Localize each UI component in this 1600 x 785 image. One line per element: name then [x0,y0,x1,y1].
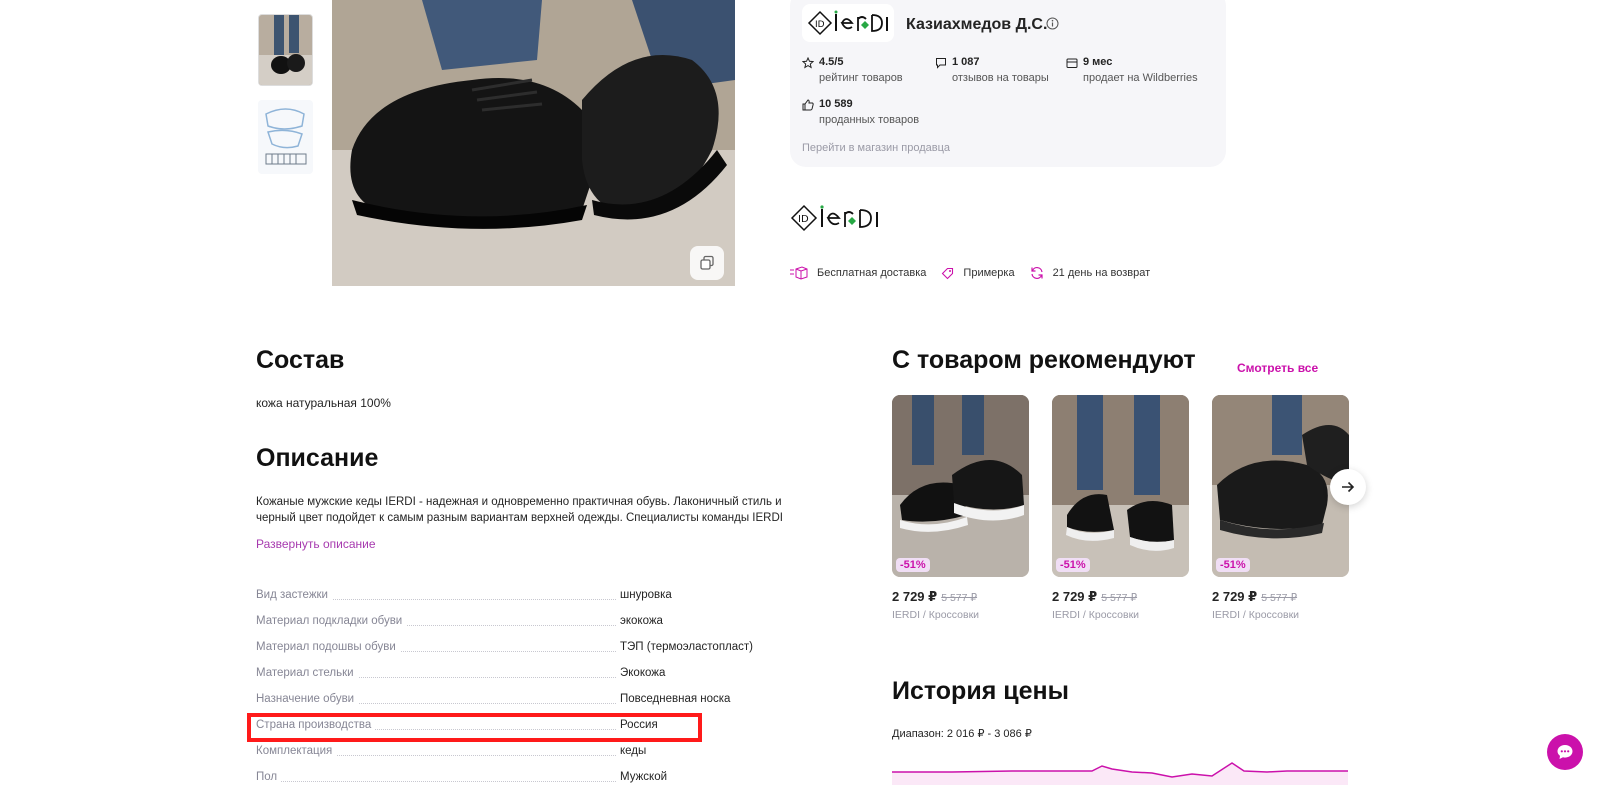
ierdi-logo-icon: ID [807,10,888,36]
copy-icon [700,255,714,270]
badge-fitting: Примерка [941,267,1015,280]
properties-list: Вид застежки шнуровка Материал подкладки … [256,589,786,785]
product-subtitle: IERDI / Кроссовки [1052,609,1140,621]
seller-name[interactable]: Казиахмедов Д.С. [906,16,1047,34]
discount-badge: -51% [896,558,930,572]
product-card[interactable]: -51% 2 729 ₽5 577 ₽ IERDI / Кроссовки [1052,395,1189,621]
product-price: 2 729 ₽5 577 ₽ [1052,589,1138,604]
product-price: 2 729 ₽5 577 ₽ [1212,589,1298,604]
discount-badge: -51% [1056,558,1090,572]
property-row: Материал стельки Экокожа [256,667,666,679]
description-title: Описание [256,444,379,472]
carousel-next-button[interactable] [1330,469,1366,505]
product-image[interactable]: -51% [892,395,1029,577]
composition-title: Состав [256,346,345,374]
product-price: 2 729 ₽5 577 ₽ [892,589,978,604]
product-card[interactable]: -51% 2 729 ₽5 577 ₽ IERDI / Кроссовки [1212,395,1349,621]
property-row: Вид застежки шнуровка [256,589,672,601]
composition-text: кожа натуральная 100% [256,396,391,410]
svg-text:ID: ID [798,214,809,225]
delivery-badges: Бесплатная доставка Примерка 21 день на … [790,266,1165,280]
price-history-title: История цены [892,677,1069,705]
seller-shop-link[interactable]: Перейти в магазин продавца [802,142,950,154]
expand-description-link[interactable]: Развернуть описание [256,537,376,551]
box-delivery-icon [790,266,808,280]
recommendations-title: С товаром рекомендуют [892,346,1196,374]
svg-text:ID: ID [815,20,825,30]
see-all-link[interactable]: Смотреть все [1237,361,1318,375]
thumbnail-2[interactable] [258,100,313,174]
product-card[interactable]: -51% 2 729 ₽5 577 ₽ IERDI / Кроссовки [892,395,1029,621]
price-range: Диапазон: 2 016 ₽ - 3 086 ₽ [892,728,1032,740]
discount-badge: -51% [1216,558,1250,572]
thumbs-up-icon [802,99,814,111]
tag-icon [942,267,954,279]
highlight-box [247,713,702,742]
property-row: Материал подошвы обуви ТЭП (термоэластопл… [256,641,753,653]
badge-free-delivery: Бесплатная доставка [790,266,926,280]
ierdi-brand-logo-icon: ID [790,204,878,232]
product-image[interactable]: -51% [1052,395,1189,577]
seller-logo[interactable]: ID [802,4,894,42]
description-text: Кожаные мужские кеды IERDI - надежная и … [256,496,783,524]
comment-icon [936,58,946,69]
info-icon[interactable] [1046,17,1059,30]
star-icon [802,57,814,69]
chat-button[interactable] [1547,734,1583,770]
main-product-photo[interactable] [332,0,735,286]
thumbnail-1[interactable] [258,14,313,86]
property-row: Материал подкладки обуви экокожа [256,615,663,627]
calendar-icon [1066,58,1078,68]
product-subtitle: IERDI / Кроссовки [892,609,980,621]
brand-logo[interactable]: ID [790,203,882,238]
copy-button[interactable] [690,246,724,280]
price-history-chart [892,762,1348,785]
refresh-icon [1030,267,1043,279]
chat-icon [1557,745,1573,759]
property-row: Пол Мужской [256,771,668,783]
seller-card: ID Казиахмедов Д.С. 4.5/5 рейтинг товаро… [790,0,1226,167]
arrow-right-icon [1342,481,1355,493]
product-subtitle: IERDI / Кроссовки [1212,609,1300,621]
product-image[interactable]: -51% [1212,395,1349,577]
badge-return: 21 день на возврат [1030,266,1150,280]
property-row: Комплектация кеды [256,745,647,757]
